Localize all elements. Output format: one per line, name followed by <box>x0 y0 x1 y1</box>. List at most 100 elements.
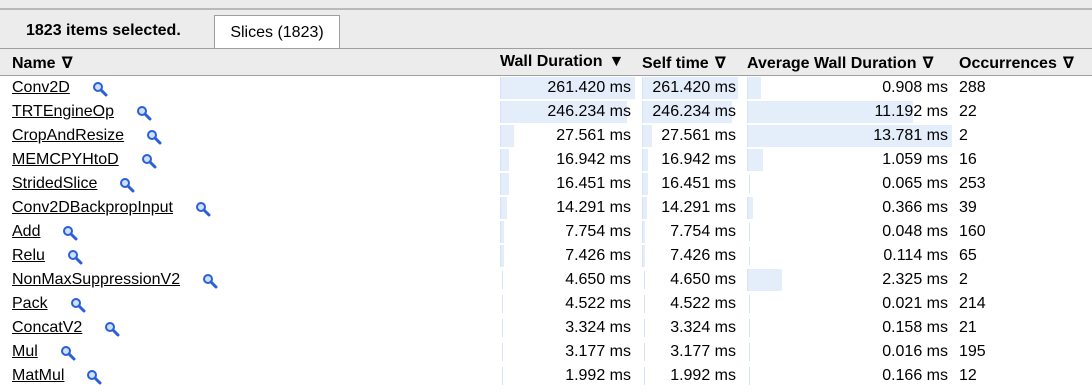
slice-name-link[interactable]: Conv2D <box>12 79 70 97</box>
table-row[interactable]: MatMul 1.992 ms 1.992 ms 0.166 ms 12 <box>0 364 1092 388</box>
table-row[interactable]: Mul 3.177 ms 3.177 ms 0.016 ms 195 <box>0 340 1092 364</box>
slice-name-link[interactable]: TRTEngineOp <box>12 103 114 121</box>
table-row[interactable]: Conv2DBackpropInput 14.291 ms 14.291 ms 0.3… <box>0 196 1092 220</box>
column-header-wall-duration[interactable]: Wall Duration ▼ <box>500 53 624 71</box>
table-row[interactable]: Add 7.754 ms 7.754 ms 0.048 ms 160 <box>0 220 1092 244</box>
column-header-average-wall-duration[interactable]: Average Wall Duration ∇ <box>747 53 934 73</box>
self-time-bar <box>644 271 645 289</box>
occurrences-value: 12 <box>959 367 977 384</box>
average-wall-duration-value: 0.065 ms <box>882 175 948 192</box>
wall-duration-bar <box>502 271 503 289</box>
self-time-value: 14.291 ms <box>661 199 736 216</box>
magnifier-icon[interactable] <box>202 273 218 289</box>
wall-duration-bar <box>500 173 509 195</box>
selection-tab-bar: 1823 items selected. Slices (1823) <box>0 10 1092 49</box>
selection-summary: 1823 items selected. <box>26 22 181 39</box>
column-header-self-label: Self time <box>642 55 709 72</box>
average-wall-duration-value: 0.908 ms <box>882 79 948 96</box>
occurrences-value: 253 <box>959 175 986 192</box>
table-header: Name ∇ Wall Duration ▼ Self time ∇ Average … <box>0 49 1092 76</box>
sort-arrow-icon: ∇ <box>1062 55 1074 72</box>
average-wall-duration-value: 0.048 ms <box>882 223 948 240</box>
magnifier-icon[interactable] <box>70 297 86 313</box>
magnifier-icon[interactable] <box>67 249 83 265</box>
average-wall-duration-value: 0.016 ms <box>882 343 948 360</box>
wall-duration-value: 1.992 ms <box>565 367 631 384</box>
average-duration-bar <box>749 319 750 337</box>
table-row[interactable]: Relu 7.426 ms 7.426 ms 0.114 ms 65 <box>0 244 1092 268</box>
occurrences-value: 65 <box>959 247 977 264</box>
magnifier-icon[interactable] <box>195 201 211 217</box>
table-row[interactable]: TRTEngineOp 246.234 ms 246.234 ms 11.192 ms… <box>0 100 1092 124</box>
slice-name-link[interactable]: Pack <box>12 295 48 313</box>
slices-table-body: Conv2D 261.420 ms 261.420 ms 0.908 ms 288 TRT… <box>0 76 1092 388</box>
self-time-value: 7.754 ms <box>670 223 736 240</box>
column-header-name[interactable]: Name ∇ <box>12 53 73 73</box>
table-row[interactable]: NonMaxSuppressionV2 4.650 ms 4.650 ms 2.325… <box>0 268 1092 292</box>
column-header-occurrences[interactable]: Occurrences ∇ <box>959 53 1074 73</box>
magnifier-icon[interactable] <box>136 105 152 121</box>
wall-duration-value: 7.426 ms <box>565 247 631 264</box>
occurrences-value: 22 <box>959 103 977 120</box>
self-time-value: 16.451 ms <box>661 175 736 192</box>
magnifier-icon[interactable] <box>104 321 120 337</box>
wall-duration-bar <box>500 221 504 243</box>
average-wall-duration-value: 1.059 ms <box>882 151 948 168</box>
self-time-value: 7.426 ms <box>670 247 736 264</box>
wall-duration-bar <box>500 245 504 267</box>
occurrences-value: 16 <box>959 151 977 168</box>
magnifier-icon[interactable] <box>86 369 102 385</box>
wall-duration-value: 4.522 ms <box>565 295 631 312</box>
slice-name-link[interactable]: MatMul <box>12 367 64 385</box>
self-time-bar <box>642 197 647 219</box>
wall-duration-bar <box>500 149 509 171</box>
occurrences-value: 21 <box>959 319 977 336</box>
wall-duration-value: 7.754 ms <box>565 223 631 240</box>
column-header-name-label: Name <box>12 55 56 72</box>
slice-name-link[interactable]: MEMCPYHtoD <box>12 151 119 169</box>
self-time-bar <box>644 295 645 313</box>
magnifier-icon[interactable] <box>141 153 157 169</box>
slice-name-link[interactable]: Add <box>12 223 40 241</box>
slice-name-link[interactable]: Mul <box>12 343 38 361</box>
wall-duration-bar <box>502 343 503 361</box>
magnifier-icon[interactable] <box>119 177 135 193</box>
table-row[interactable]: CropAndResize 27.561 ms 27.561 ms 13.781 ms… <box>0 124 1092 148</box>
top-border <box>0 0 1092 10</box>
slice-name-link[interactable]: StridedSlice <box>12 175 97 193</box>
average-wall-duration-value: 0.114 ms <box>883 247 948 264</box>
table-row[interactable]: ConcatV2 3.324 ms 3.324 ms 0.158 ms 21 <box>0 316 1092 340</box>
magnifier-icon[interactable] <box>146 129 162 145</box>
slice-name-link[interactable]: CropAndResize <box>12 127 124 145</box>
magnifier-icon[interactable] <box>62 225 78 241</box>
self-time-value: 4.650 ms <box>670 271 736 288</box>
tab-slices[interactable]: Slices (1823) <box>214 15 340 48</box>
slice-name-link[interactable]: NonMaxSuppressionV2 <box>12 271 180 289</box>
occurrences-value: 39 <box>959 199 977 216</box>
sort-arrow-icon: ∇ <box>922 55 934 72</box>
wall-duration-value: 3.177 ms <box>565 343 631 360</box>
self-time-value: 261.420 ms <box>652 79 736 96</box>
self-time-bar <box>642 125 652 147</box>
wall-duration-bar <box>500 197 507 219</box>
slice-name-link[interactable]: ConcatV2 <box>12 319 82 337</box>
table-row[interactable]: Pack 4.522 ms 4.522 ms 0.021 ms 214 <box>0 292 1092 316</box>
average-duration-bar <box>747 77 761 99</box>
table-row[interactable]: StridedSlice 16.451 ms 16.451 ms 0.065 ms 25… <box>0 172 1092 196</box>
wall-duration-value: 16.451 ms <box>556 175 631 192</box>
self-time-bar <box>644 319 645 337</box>
column-header-self-time[interactable]: Self time ∇ <box>642 53 726 73</box>
column-header-wall-label: Wall Duration <box>500 53 603 70</box>
table-row[interactable]: MEMCPYHtoD 16.942 ms 16.942 ms 1.059 ms 16 <box>0 148 1092 172</box>
average-duration-bar <box>747 149 763 171</box>
average-duration-bar <box>747 197 753 219</box>
average-duration-bar <box>749 175 750 193</box>
slice-name-link[interactable]: Conv2DBackpropInput <box>12 199 173 217</box>
average-wall-duration-value: 0.366 ms <box>882 199 948 216</box>
slice-name-link[interactable]: Relu <box>12 247 45 265</box>
sort-arrow-icon: ▼ <box>608 53 625 70</box>
magnifier-icon[interactable] <box>92 81 108 97</box>
table-row[interactable]: Conv2D 261.420 ms 261.420 ms 0.908 ms 288 <box>0 76 1092 100</box>
average-wall-duration-value: 0.021 ms <box>882 295 948 312</box>
magnifier-icon[interactable] <box>60 345 76 361</box>
